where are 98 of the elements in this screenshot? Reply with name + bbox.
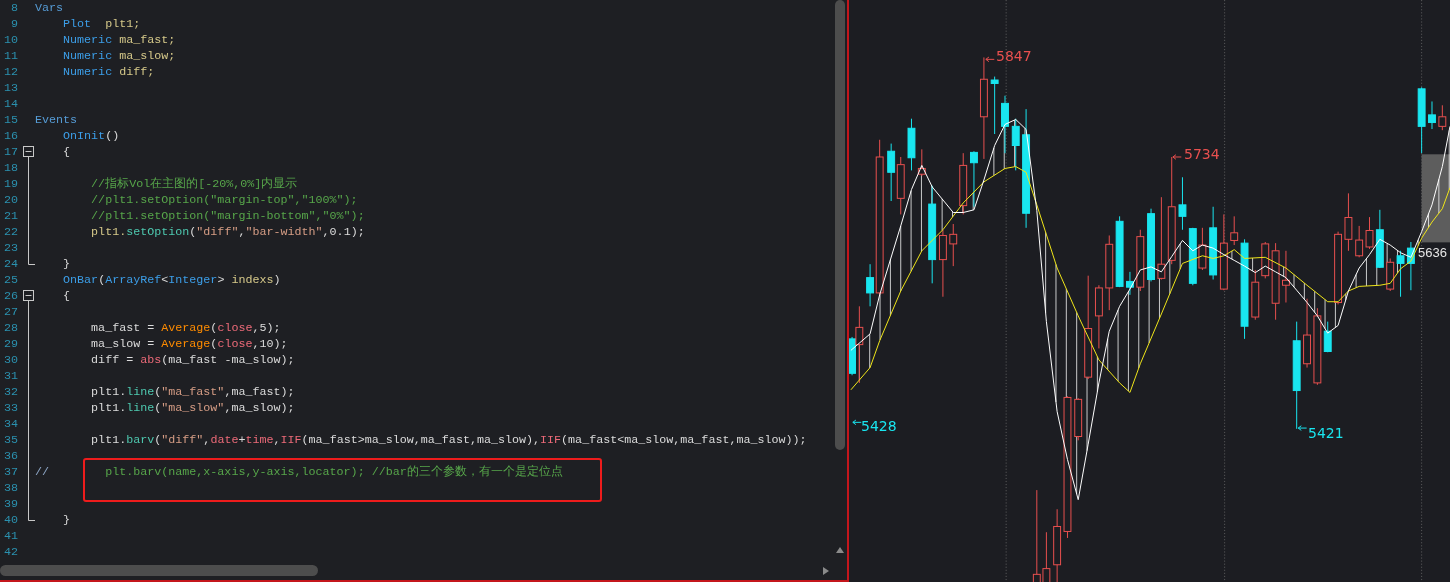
collapse-icon[interactable] <box>23 146 34 157</box>
candlestick <box>1136 229 1145 292</box>
candlestick <box>1198 227 1207 271</box>
pointer-icon <box>985 56 995 63</box>
line-number: 39 <box>2 497 19 511</box>
line-number: 28 <box>2 321 19 335</box>
code-line: { <box>62 144 71 160</box>
candlestick <box>1417 86 1426 154</box>
candlestick <box>1011 118 1020 171</box>
line-number: 29 <box>2 337 19 351</box>
line-number: 12 <box>2 65 19 79</box>
line-number: 16 <box>2 129 19 143</box>
price-label: 5428 <box>861 418 897 434</box>
line-number: 9 <box>10 17 19 31</box>
code-line: plt1.setOption("diff","bar-width",0.1); <box>90 224 365 240</box>
line-number: 35 <box>2 433 19 447</box>
line-number: 38 <box>2 481 19 495</box>
code-line: { <box>62 288 71 304</box>
fold-end-icon <box>28 512 35 521</box>
line-number: 18 <box>2 161 19 175</box>
line-number: 10 <box>2 33 19 47</box>
line-number: 27 <box>2 305 19 319</box>
line-number: 25 <box>2 273 19 287</box>
line-number: 37 <box>2 465 19 479</box>
line-number: 34 <box>2 417 19 431</box>
code-line: Numeric ma_fast; <box>62 32 176 48</box>
line-number: 42 <box>2 545 19 559</box>
fold-end-icon <box>28 256 35 265</box>
line-number: 15 <box>2 113 19 127</box>
candlestick <box>949 223 958 267</box>
pointer-icon <box>1297 425 1308 431</box>
candlestick <box>896 156 905 215</box>
code-line: plt1.line("ma_fast",ma_fast); <box>90 384 295 400</box>
candlestick <box>1355 225 1364 258</box>
line-number: 41 <box>2 529 19 543</box>
code-line: ma_slow = Average(close,10); <box>90 336 288 352</box>
price-label: 5421 <box>1308 425 1344 441</box>
line-number: 22 <box>2 225 19 239</box>
price-label: 5847 <box>996 48 1032 64</box>
code-line: diff = abs(ma_fast -ma_slow); <box>90 352 295 368</box>
line-number: 19 <box>2 177 19 191</box>
code-line: OnInit() <box>62 128 120 144</box>
candlestick <box>1428 100 1436 130</box>
line-number: 21 <box>2 209 19 223</box>
candlestick <box>1282 250 1290 303</box>
candlestick <box>1178 176 1187 231</box>
candlestick <box>1001 95 1009 154</box>
price-label: 5636 <box>1418 245 1447 261</box>
code-line: // plt.barv(name,x-axis,y-axis,locator); //bar的三个参数，有一个是定位点 <box>35 464 563 480</box>
price-label: 5734 <box>1184 146 1220 162</box>
code-line: //plt1.setOption("margin-top","100%"); <box>90 192 358 208</box>
line-number: 17 <box>2 145 19 159</box>
code-line: ma_fast = Average(close,5); <box>90 320 281 336</box>
code-line: } <box>62 256 71 272</box>
code-line: plt1.barv("diff",date+time,IIF(ma_fast>ma_slow,ma_fast,ma_slow),IIF(ma_fast<ma_slow,ma_fast,ma_slow)); <box>90 432 807 448</box>
line-number: 11 <box>2 49 19 63</box>
candlestick <box>1438 104 1447 131</box>
line-number: 26 <box>2 289 19 303</box>
candlestick <box>959 152 968 215</box>
scroll-up-icon[interactable] <box>836 547 844 553</box>
line-number: 14 <box>2 97 19 111</box>
vertical-scrollbar[interactable] <box>835 0 845 450</box>
pointer-icon <box>1172 154 1182 160</box>
code-line: Plot plt1; <box>62 16 141 32</box>
code-line: Vars <box>35 0 64 16</box>
candlestick <box>1396 250 1405 298</box>
line-number: 13 <box>2 81 19 95</box>
candlestick <box>990 76 999 135</box>
line-number: 33 <box>2 401 19 415</box>
candlestick <box>1251 269 1260 321</box>
code-line: Numeric ma_slow; <box>62 48 176 64</box>
line-number: 20 <box>2 193 19 207</box>
candlestick <box>1126 271 1134 296</box>
collapse-icon[interactable] <box>23 290 34 301</box>
candlestick <box>1074 397 1083 441</box>
line-number: 23 <box>2 241 19 255</box>
line-number: 8 <box>10 1 19 15</box>
candlestick <box>1303 298 1311 369</box>
scroll-right-icon[interactable] <box>823 567 829 575</box>
pointer-icon <box>852 419 862 426</box>
code-line: plt1.line("ma_slow",ma_slow); <box>90 400 295 416</box>
line-number: 30 <box>2 353 19 367</box>
code-line: OnBar(ArrayRef<Integer> indexs) <box>62 272 281 288</box>
line-number: 24 <box>2 257 19 271</box>
candlestick <box>1386 257 1395 292</box>
code-line: Events <box>35 112 78 128</box>
line-number: 31 <box>2 369 19 383</box>
candlestick <box>887 143 896 202</box>
line-number: 40 <box>2 513 19 527</box>
code-line: //指标Vol在主图的[-20%,0%]内显示 <box>90 176 298 192</box>
code-line: Numeric diff; <box>62 64 155 80</box>
code-line: //plt1.setOption("margin-bottom","0%"); <box>90 208 365 224</box>
line-number: 32 <box>2 385 19 399</box>
code-line: } <box>62 512 71 528</box>
horizontal-scrollbar[interactable] <box>0 565 318 576</box>
candlestick <box>1344 192 1353 252</box>
line-number: 36 <box>2 449 19 463</box>
candlestick <box>1188 227 1197 286</box>
